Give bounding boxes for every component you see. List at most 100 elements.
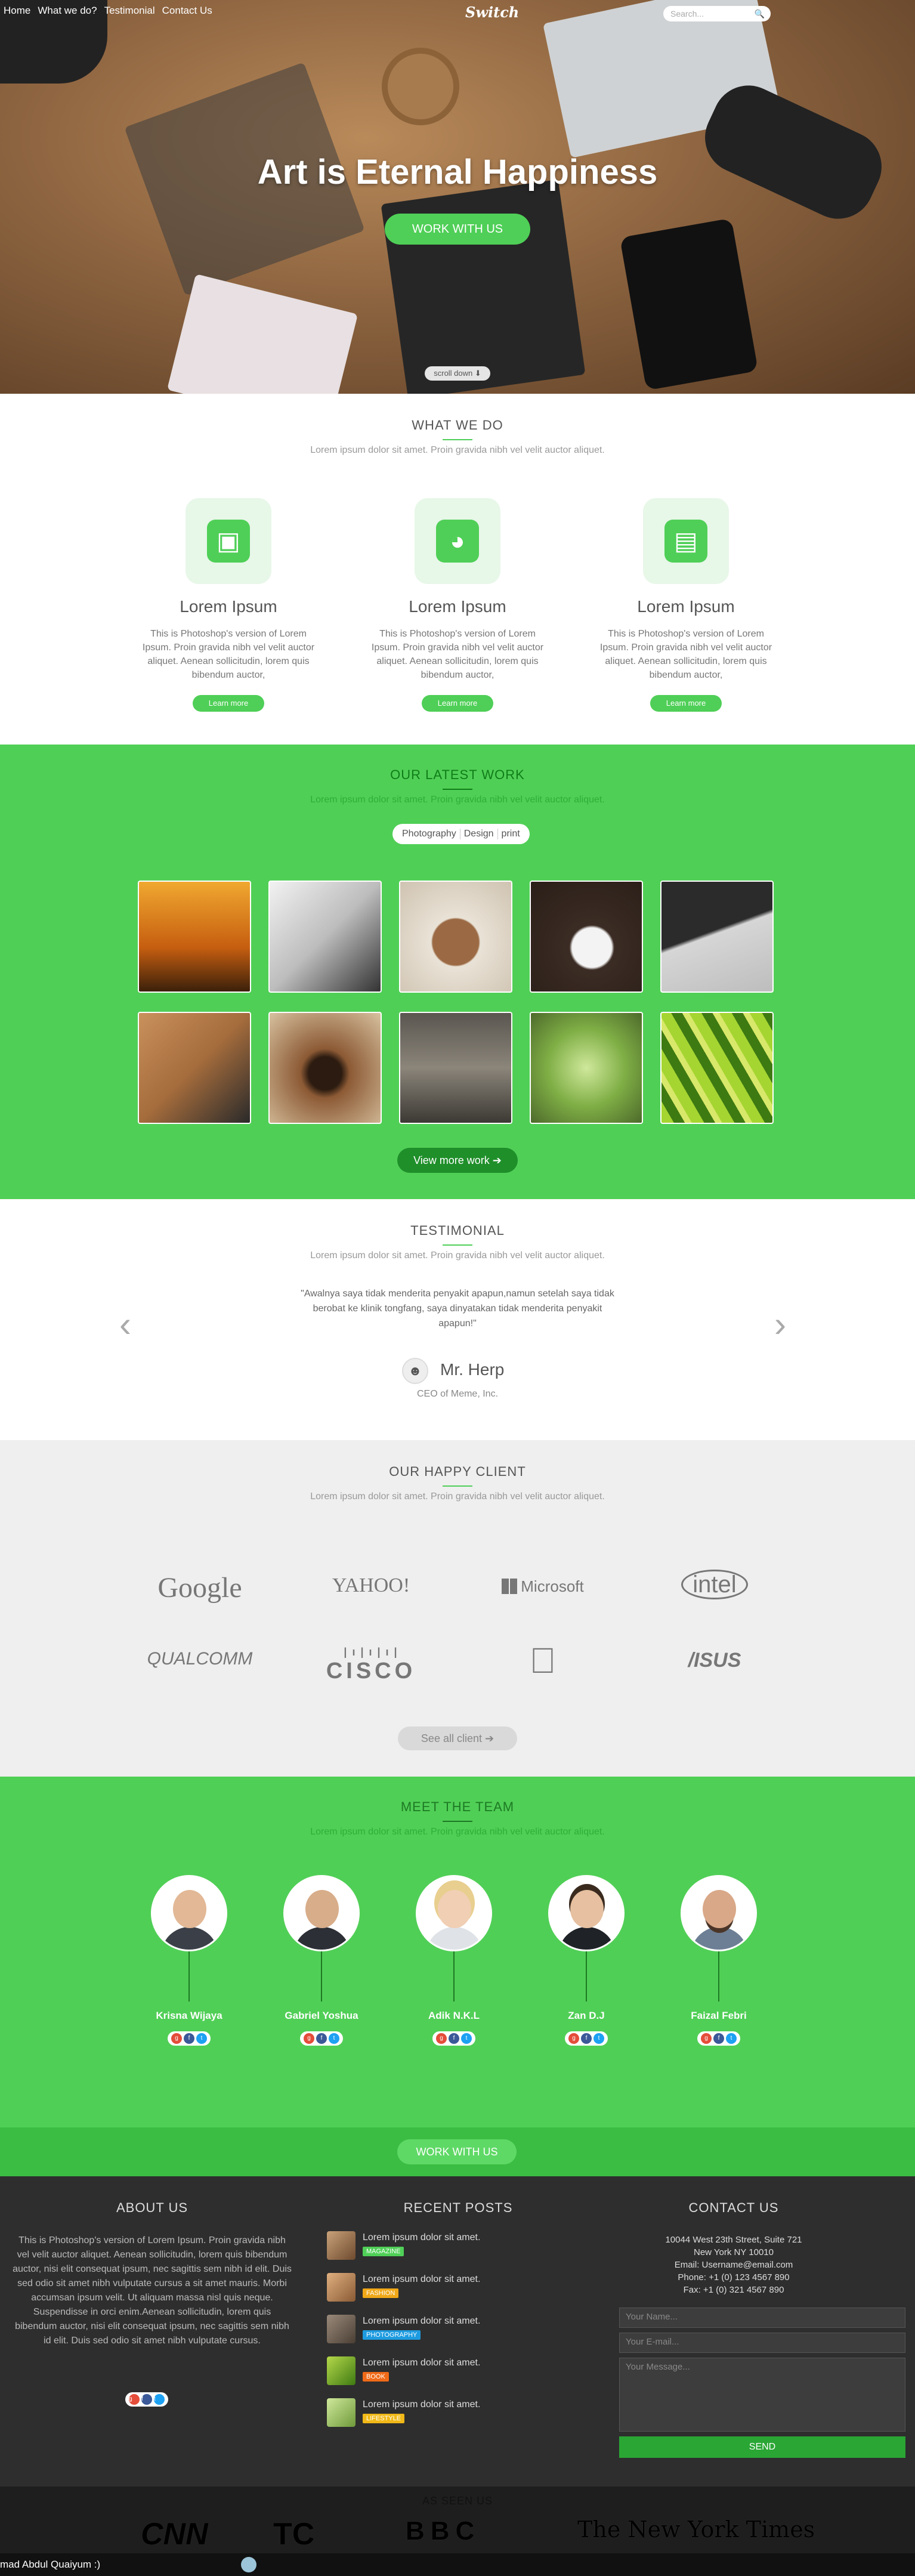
client-logo-microsoft-label: Microsoft — [521, 1577, 584, 1595]
search-input[interactable]: Search... 🔍 — [663, 6, 771, 21]
divider — [453, 1951, 455, 2002]
nav-testimonial[interactable]: Testimonial — [104, 5, 155, 16]
post-thumbnail — [327, 2273, 356, 2302]
testimonial-quote: "Awalnya saya tidak menderita penyakit a… — [301, 1289, 614, 1329]
feature-text: This is Photoshop's version of Lorem Ips… — [599, 629, 772, 680]
facebook-icon[interactable]: f — [316, 2033, 327, 2044]
chat-avatar-icon[interactable] — [241, 2557, 256, 2572]
portfolio-thumb[interactable] — [399, 1012, 512, 1124]
hero-section: Home What we do? Testimonial Contact Us Swi… — [0, 0, 915, 394]
facebook-icon[interactable]: f — [184, 2033, 194, 2044]
member-name: Gabriel Yoshua — [285, 2010, 358, 2021]
techcrunch-logo: TC — [273, 2517, 315, 2552]
title-underline — [443, 1485, 472, 1487]
top-nav: Home What we do? Testimonial Contact Us — [4, 5, 220, 17]
client-logo-asus: /ISUS — [688, 1649, 741, 1672]
section-subtitle: Lorem ipsum dolor sit amet. Proin gravid… — [310, 1491, 605, 1502]
learn-more-button[interactable]: Learn more — [193, 695, 264, 712]
divider — [188, 1951, 190, 2002]
facebook-icon[interactable]: f — [449, 2033, 459, 2044]
title-underline — [443, 1244, 472, 1246]
avatar — [151, 1875, 227, 1951]
portfolio-thumb[interactable] — [138, 1012, 251, 1124]
social-links: gft — [168, 2031, 211, 2046]
learn-more-button[interactable]: Learn more — [422, 695, 493, 712]
message-field[interactable]: Your Message... — [619, 2358, 905, 2432]
twitter-icon[interactable]: t — [593, 2033, 604, 2044]
google-plus-icon[interactable]: g — [568, 2033, 579, 2044]
work-with-us-button[interactable]: WORK WITH US — [385, 214, 530, 245]
chevron-left-icon[interactable]: ‹ — [119, 1304, 131, 1345]
google-plus-icon[interactable]: g — [304, 2033, 314, 2044]
send-button[interactable]: SEND — [619, 2436, 905, 2458]
view-more-work-button[interactable]: View more work ➔ — [397, 1148, 518, 1173]
google-plus-icon[interactable]: g — [701, 2033, 712, 2044]
google-plus-icon[interactable]: g — [436, 2033, 447, 2044]
filter-design[interactable]: Design — [460, 829, 498, 839]
site-logo[interactable]: Switch — [465, 4, 519, 21]
contact-email: Email: Username@email.com — [674, 2260, 793, 2270]
member-name: Faizal Febri — [691, 2010, 747, 2021]
post-title: Lorem ipsum dolor sit amet. — [363, 2399, 481, 2410]
nav-what-we-do[interactable]: What we do? — [38, 5, 97, 16]
twitter-icon[interactable]: t — [726, 2033, 737, 2044]
member-name: Krisna Wijaya — [156, 2010, 222, 2021]
section-subtitle: Lorem ipsum dolor sit amet. Proin gravid… — [310, 445, 605, 455]
portfolio-thumb[interactable] — [138, 881, 251, 993]
title-underline — [443, 789, 472, 790]
facebook-icon[interactable]: f — [581, 2033, 592, 2044]
filter-print[interactable]: print — [498, 829, 524, 839]
post-thumbnail — [327, 2315, 356, 2343]
recent-post[interactable]: Lorem ipsum dolor sit amet. PHOTOGRAPHY — [327, 2315, 530, 2350]
google-plus-icon[interactable]: g — [171, 2033, 182, 2044]
facebook-icon[interactable]: f — [141, 2394, 152, 2405]
learn-more-button[interactable]: Learn more — [650, 695, 722, 712]
post-thumbnail — [327, 2398, 356, 2427]
portfolio-thumb[interactable] — [268, 1012, 382, 1124]
portfolio-thumb[interactable] — [660, 881, 774, 993]
latest-work-section: OUR LATEST WORK Lorem ipsum dolor sit am… — [0, 745, 915, 1199]
work-with-us-button[interactable]: WORK WITH US — [397, 2139, 517, 2164]
recent-post[interactable]: Lorem ipsum dolor sit amet. BOOK — [327, 2356, 530, 2392]
section-subtitle: Lorem ipsum dolor sit amet. Proin gravid… — [310, 1250, 605, 1261]
portfolio-thumb[interactable] — [660, 1012, 774, 1124]
status-text: mad Abdul Quaiyum :) — [0, 2559, 101, 2570]
portfolio-thumb[interactable] — [530, 881, 643, 993]
portfolio-thumb[interactable] — [268, 881, 382, 993]
post-title: Lorem ipsum dolor sit amet. — [363, 2358, 481, 2368]
twitter-icon[interactable]: t — [461, 2033, 472, 2044]
portfolio-thumb[interactable] — [399, 881, 512, 993]
recent-post[interactable]: Lorem ipsum dolor sit amet. FASHION — [327, 2273, 530, 2309]
camera-icon: ▣ — [186, 498, 271, 584]
team-section: MEET THE TEAM Lorem ipsum dolor sit amet… — [0, 1777, 915, 2176]
facebook-icon[interactable]: f — [713, 2033, 724, 2044]
contact-info: 10044 West 23th Street, Suite 721 New Yo… — [656, 2234, 811, 2296]
scroll-down-button[interactable]: scroll down ⬇ — [425, 366, 490, 381]
chevron-right-icon[interactable]: › — [774, 1304, 786, 1345]
team-member: Krisna Wijaya gft — [144, 1875, 234, 2046]
nav-home[interactable]: Home — [4, 5, 30, 16]
twitter-icon[interactable]: t — [154, 2394, 165, 2405]
title-underline — [443, 439, 472, 440]
clients-section: OUR HAPPY CLIENT Lorem ipsum dolor sit a… — [0, 1440, 915, 1777]
twitter-icon[interactable]: t — [196, 2033, 207, 2044]
post-tag: PHOTOGRAPHY — [363, 2330, 421, 2340]
email-field[interactable]: Your E-mail... — [619, 2333, 905, 2353]
dashboard-icon: ◕ — [415, 498, 500, 584]
twitter-icon[interactable]: t — [329, 2033, 339, 2044]
recent-post[interactable]: Lorem ipsum dolor sit amet. LIFESTYLE — [327, 2398, 530, 2434]
divider — [718, 1951, 719, 2002]
see-all-clients-button[interactable]: See all client ➔ — [398, 1726, 517, 1750]
filter-photography[interactable]: Photography — [398, 829, 460, 839]
google-plus-icon[interactable]: g — [129, 2394, 140, 2405]
portfolio-thumb[interactable] — [530, 1012, 643, 1124]
what-we-do-section: WHAT WE DO Lorem ipsum dolor sit amet. P… — [0, 394, 915, 745]
nav-contact[interactable]: Contact Us — [162, 5, 212, 16]
post-tag: MAGAZINE — [363, 2247, 404, 2256]
name-field[interactable]: Your Name... — [619, 2308, 905, 2328]
search-icon[interactable]: 🔍 — [755, 6, 765, 21]
contact-address: 10044 West 23th Street, Suite 721 New Yo… — [665, 2235, 802, 2257]
apple-icon:  — [483, 1640, 602, 1681]
search-placeholder: Search... — [670, 9, 704, 18]
recent-post[interactable]: Lorem ipsum dolor sit amet. MAGAZINE — [327, 2231, 530, 2267]
